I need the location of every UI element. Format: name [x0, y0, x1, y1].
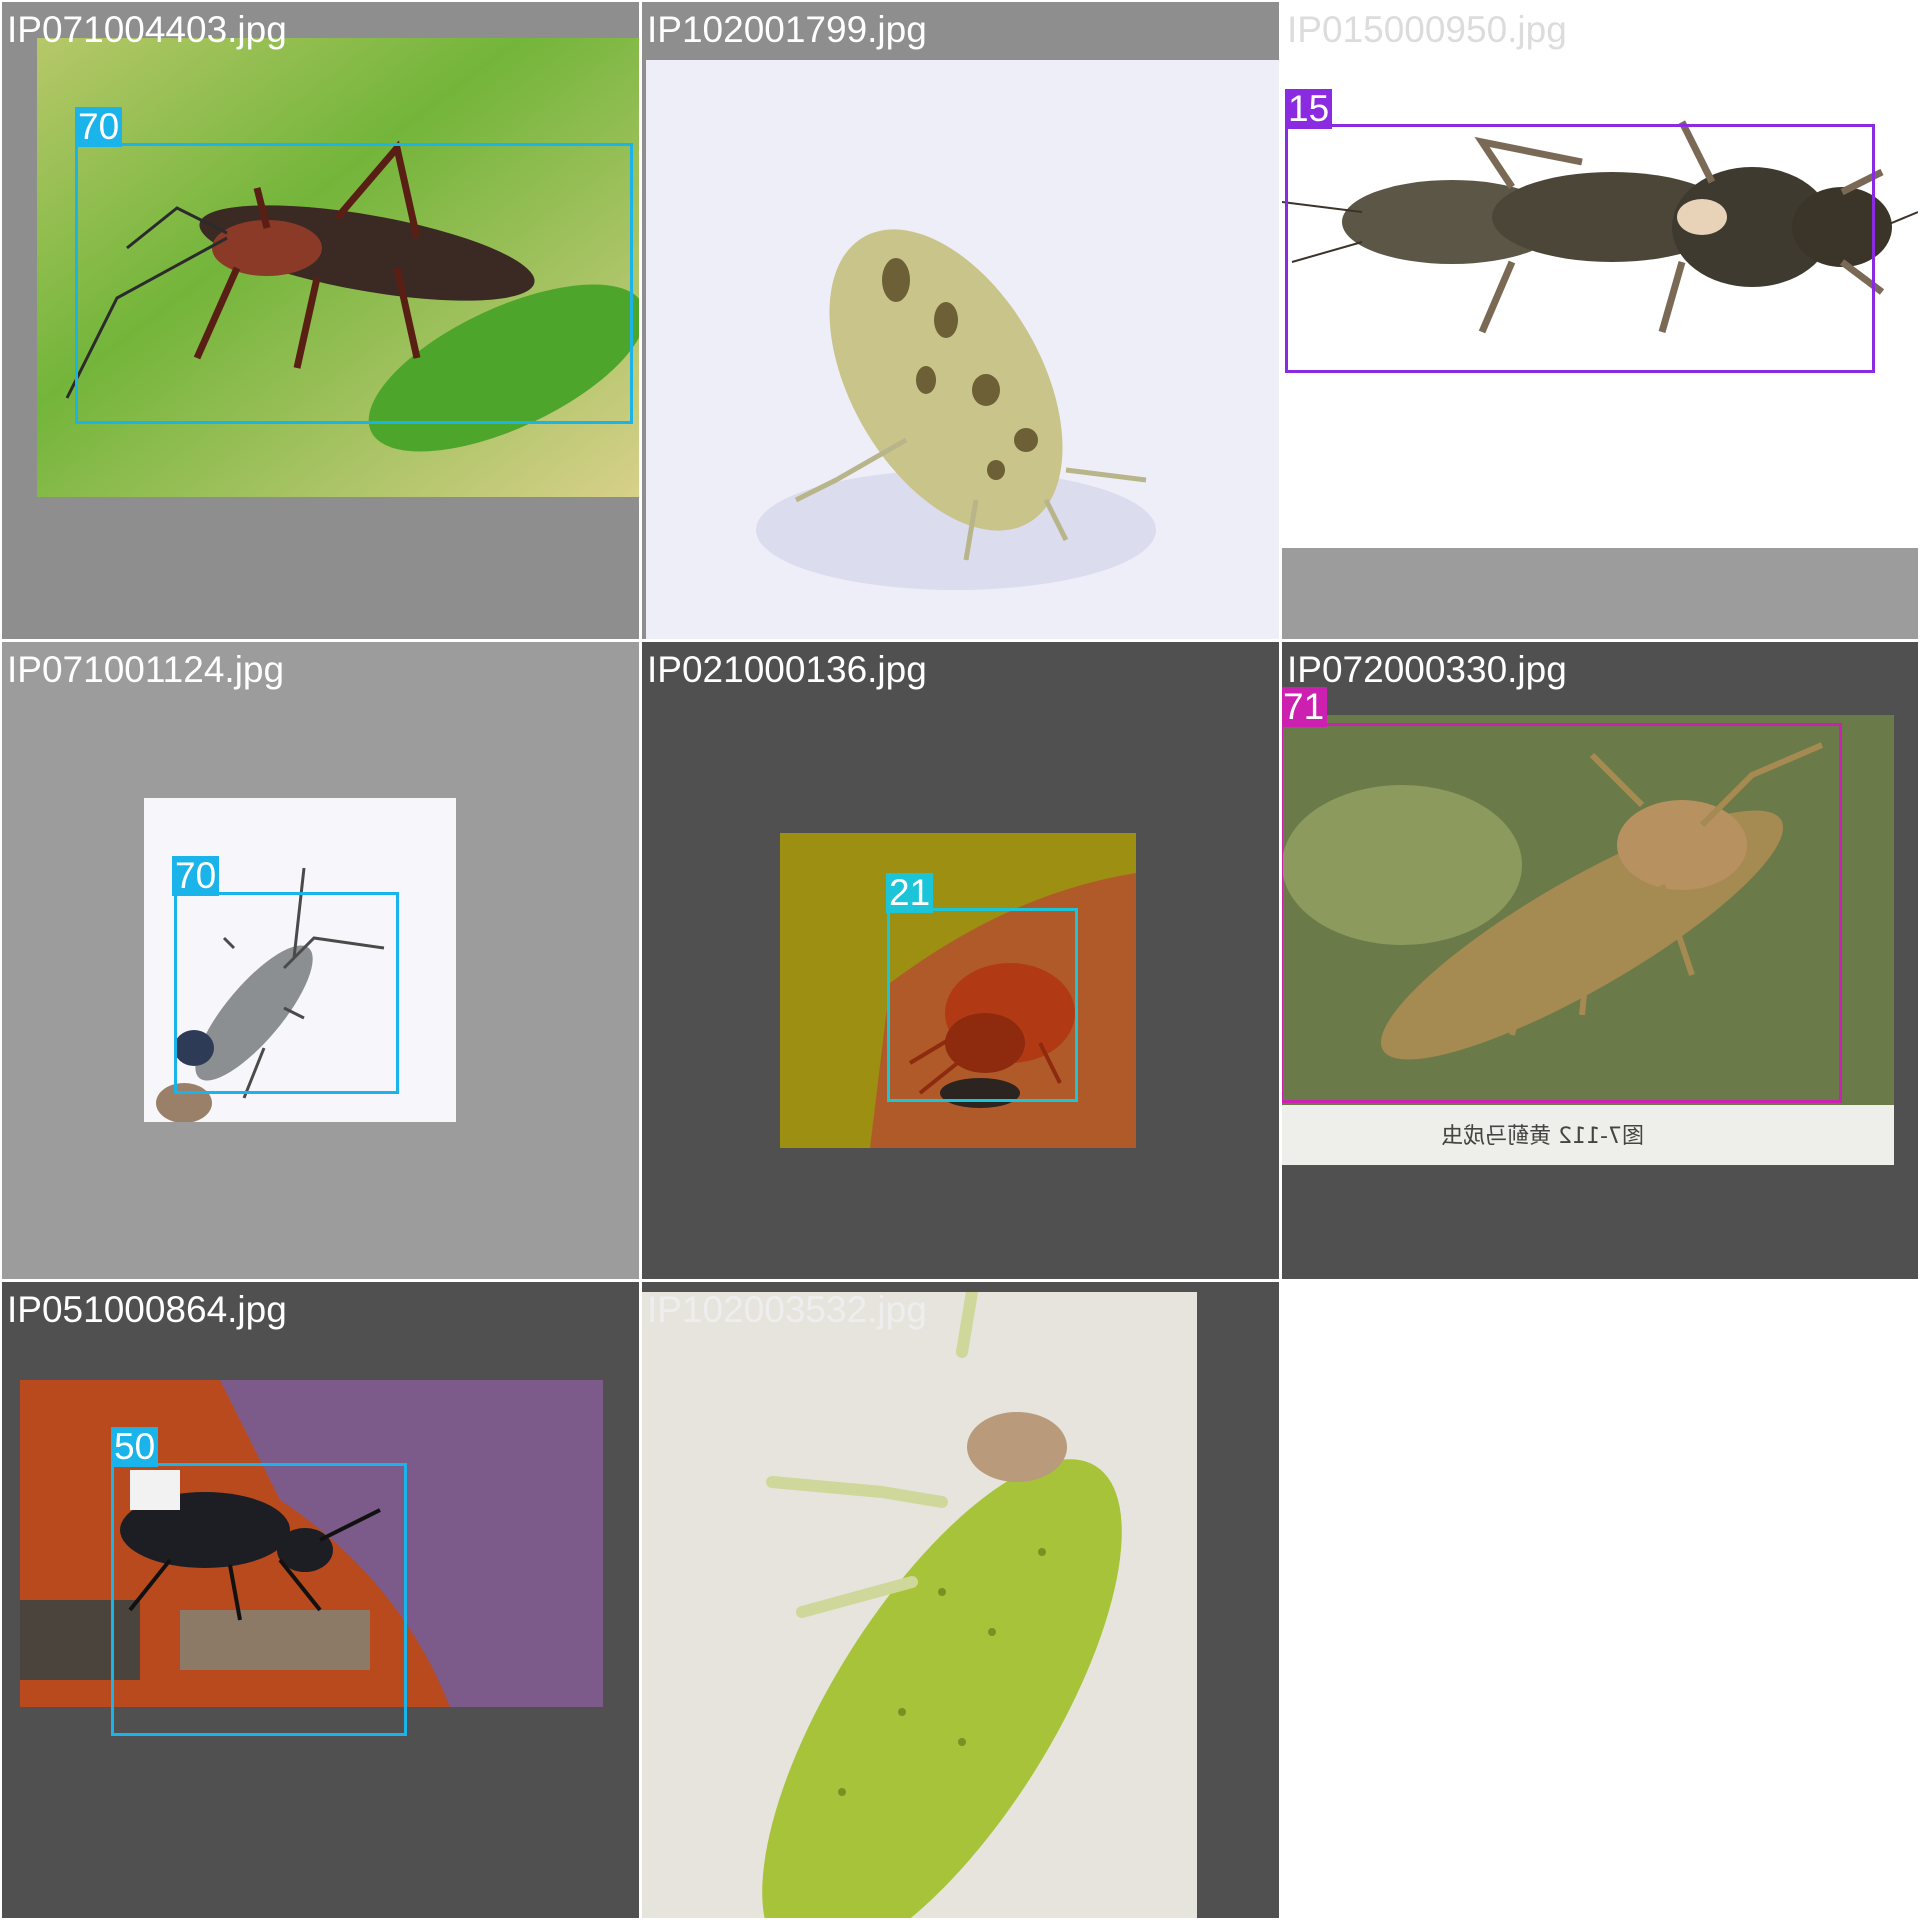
image-filename: IP102003532.jpg	[647, 1289, 927, 1330]
image-filename: IP021000136.jpg	[647, 649, 927, 690]
image-tile[interactable]: 图7-112 黄蓟马成虫 71 IP072000330.jpg	[1282, 642, 1918, 1279]
class-id-tag: 15	[1285, 89, 1333, 129]
empty-tile	[1282, 1282, 1918, 1918]
detection-box	[111, 1463, 407, 1736]
image-tile[interactable]: 50 IP051000864.jpg	[2, 1282, 639, 1918]
image-tile[interactable]: 15 IP015000950.jpg	[1282, 2, 1918, 639]
image-tile[interactable]: 21 IP021000136.jpg	[642, 642, 1279, 1279]
image-filename: IP071001124.jpg	[7, 649, 285, 690]
image-tile[interactable]: IP102003532.jpg	[642, 1282, 1279, 1918]
class-id-tag: 21	[886, 873, 934, 913]
image-filename: IP102001799.jpg	[647, 9, 927, 50]
class-id-tag: 50	[111, 1427, 159, 1467]
detection-box	[1285, 124, 1875, 373]
detection-box	[887, 908, 1078, 1102]
image-grid: 70 IP071004403.jpg IP102001799.jpg 15 IP…	[0, 0, 1920, 1920]
image-filename: IP015000950.jpg	[1287, 9, 1567, 50]
image-tile[interactable]: 70 IP071001124.jpg	[2, 642, 639, 1279]
image-tile[interactable]: IP102001799.jpg	[642, 2, 1279, 639]
detection-box	[75, 143, 633, 424]
insect-photo	[646, 60, 1279, 639]
image-filename: IP071004403.jpg	[7, 9, 287, 50]
detection-box	[174, 892, 399, 1094]
svg-text:图7-112 黄蓟马成虫: 图7-112 黄蓟马成虫	[1441, 1124, 1644, 1149]
detection-box	[1282, 723, 1842, 1103]
insect-photo	[642, 1292, 1197, 1918]
image-filename: IP072000330.jpg	[1287, 649, 1567, 690]
class-id-tag: 70	[75, 107, 123, 147]
image-filename: IP051000864.jpg	[7, 1289, 287, 1330]
class-id-tag: 70	[172, 856, 220, 896]
image-tile[interactable]: 70 IP071004403.jpg	[2, 2, 639, 639]
